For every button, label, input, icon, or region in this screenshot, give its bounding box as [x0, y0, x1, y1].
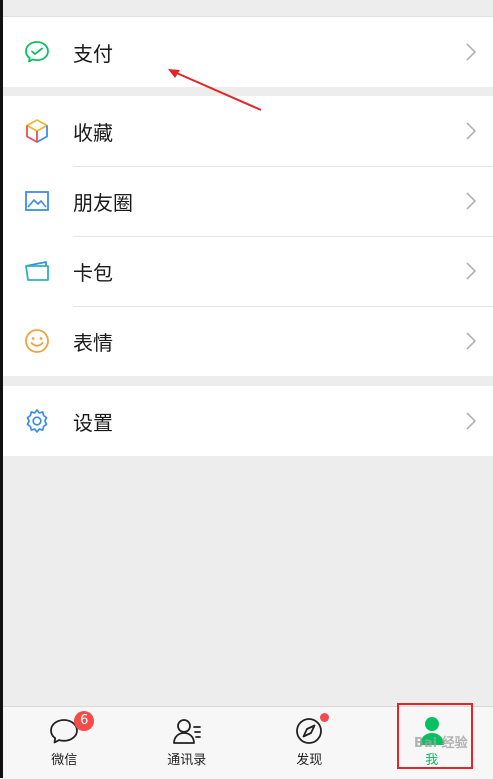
tab-contacts[interactable]: 通讯录 — [126, 707, 249, 779]
menu-item-label: 卡包 — [73, 257, 113, 286]
new-dot-badge — [320, 713, 329, 722]
menu-item-card-wallet[interactable]: 卡包 — [3, 236, 493, 306]
chevron-right-icon — [465, 42, 477, 62]
favorites-icon — [24, 118, 50, 144]
chevron-right-icon — [465, 261, 477, 281]
tab-label: 微信 — [51, 749, 77, 768]
menu-item-stickers[interactable]: 表情 — [3, 306, 493, 376]
menu-item-settings[interactable]: 设置 — [3, 386, 493, 456]
menu-group-settings: 设置 — [3, 386, 493, 456]
menu-item-label: 表情 — [73, 327, 113, 356]
moments-icon — [24, 188, 50, 214]
watermark-text: Bai 经验 — [414, 732, 468, 751]
card-wallet-icon — [24, 258, 50, 284]
menu-item-label: 设置 — [73, 407, 113, 436]
tab-chats[interactable]: 6 微信 — [3, 707, 126, 779]
menu-group-payment: 支付 — [3, 17, 493, 87]
settings-icon — [24, 408, 50, 434]
menu-item-favorites[interactable]: 收藏 — [3, 96, 493, 166]
chevron-right-icon — [465, 331, 477, 351]
payment-icon — [24, 39, 50, 65]
tab-label: 通讯录 — [167, 749, 206, 768]
top-separator — [3, 0, 493, 17]
chevron-right-icon — [465, 191, 477, 211]
chat-icon: 6 — [48, 715, 80, 747]
chevron-right-icon — [465, 121, 477, 141]
unread-badge: 6 — [74, 711, 94, 731]
menu-item-label: 收藏 — [73, 117, 113, 146]
menu-item-moments[interactable]: 朋友圈 — [3, 166, 493, 236]
tab-discover[interactable]: 发现 — [248, 707, 371, 779]
menu-item-label: 朋友圈 — [73, 187, 133, 216]
tab-label: 发现 — [296, 749, 322, 768]
sticker-icon — [24, 328, 50, 354]
discover-icon — [293, 715, 325, 747]
menu-item-label: 支付 — [73, 38, 113, 67]
menu-item-payment[interactable]: 支付 — [3, 17, 493, 87]
menu-group-main: 收藏 朋友圈 卡包 — [3, 96, 493, 376]
contacts-icon — [171, 715, 203, 747]
chevron-right-icon — [465, 411, 477, 431]
